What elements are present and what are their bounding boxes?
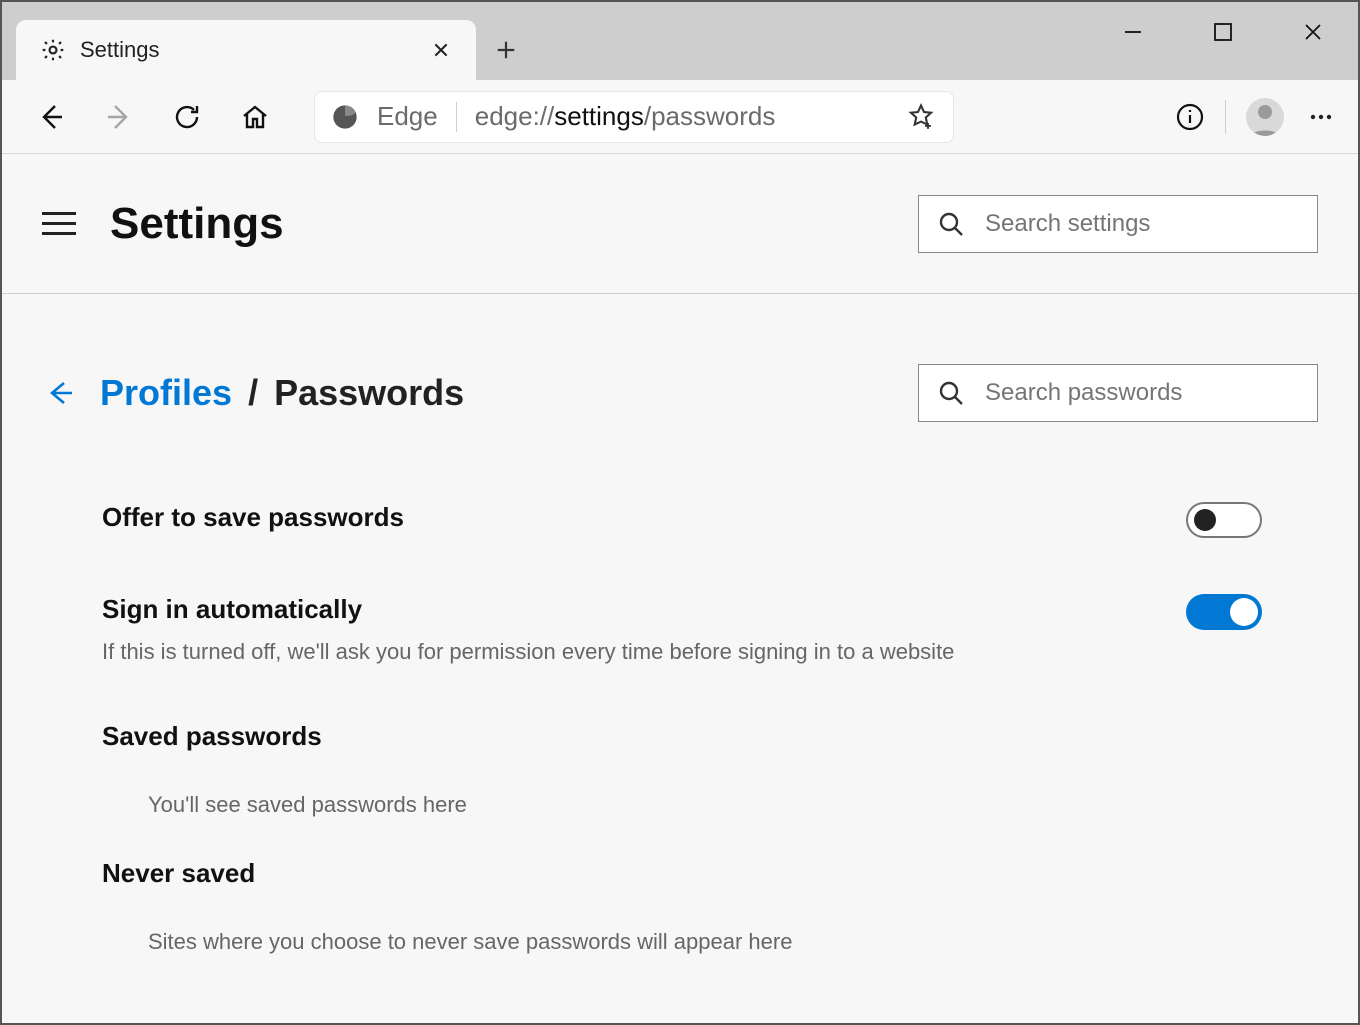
breadcrumb-separator: / (248, 372, 258, 413)
maximize-button[interactable] (1178, 2, 1268, 62)
address-url: edge://settings/passwords (475, 101, 889, 132)
breadcrumb-back-button[interactable] (42, 375, 78, 411)
tab-close-button[interactable] (426, 35, 456, 65)
tab-title: Settings (80, 37, 412, 63)
back-button[interactable] (22, 92, 80, 142)
search-settings-input[interactable] (985, 210, 1299, 238)
minimize-button[interactable] (1088, 2, 1178, 62)
tab-strip: Settings (2, 2, 536, 80)
auto-signin-description: If this is turned off, we'll ask you for… (102, 639, 954, 665)
search-passwords-input[interactable] (985, 379, 1299, 407)
breadcrumb-parent-link[interactable]: Profiles (100, 372, 232, 413)
toolbar-separator (1225, 100, 1226, 134)
settings-content: Profiles / Passwords Offer to save passw… (2, 294, 1358, 1023)
close-window-button[interactable] (1268, 2, 1358, 62)
new-tab-button[interactable] (476, 20, 536, 80)
search-icon (937, 210, 965, 238)
titlebar: Settings (2, 2, 1358, 80)
settings-title: Settings (110, 199, 284, 249)
auto-signin-row: Sign in automatically If this is turned … (102, 594, 1318, 665)
favorite-icon[interactable] (907, 102, 937, 132)
browser-tab[interactable]: Settings (16, 20, 476, 80)
refresh-button[interactable] (158, 92, 216, 142)
profile-avatar[interactable] (1246, 98, 1284, 136)
saved-passwords-heading: Saved passwords (102, 721, 1318, 752)
info-icon[interactable] (1175, 102, 1205, 132)
search-passwords-box[interactable] (918, 364, 1318, 422)
forward-button[interactable] (90, 92, 148, 142)
never-saved-empty: Sites where you choose to never save pas… (148, 929, 1318, 955)
saved-passwords-empty: You'll see saved passwords here (148, 792, 1318, 818)
settings-header: Settings (2, 154, 1358, 294)
auto-signin-toggle[interactable] (1186, 594, 1262, 630)
breadcrumb-current: Passwords (274, 372, 464, 413)
gear-icon (40, 37, 66, 63)
password-settings-section: Offer to save passwords Sign in automati… (102, 502, 1318, 955)
more-menu-button[interactable] (1304, 100, 1338, 134)
auto-signin-title: Sign in automatically (102, 594, 954, 625)
search-settings-box[interactable] (918, 195, 1318, 253)
saved-passwords-section: Saved passwords You'll see saved passwor… (102, 721, 1318, 955)
window-controls (1088, 2, 1358, 62)
address-scheme-label: Edge (377, 101, 438, 132)
never-saved-heading: Never saved (102, 858, 1318, 889)
search-icon (937, 379, 965, 407)
browser-toolbar: Edge edge://settings/passwords (2, 80, 1358, 154)
offer-save-toggle[interactable] (1186, 502, 1262, 538)
address-separator (456, 102, 457, 132)
offer-save-row: Offer to save passwords (102, 502, 1318, 538)
home-button[interactable] (226, 92, 284, 142)
toolbar-right (1175, 98, 1338, 136)
address-bar[interactable]: Edge edge://settings/passwords (314, 91, 954, 143)
offer-save-title: Offer to save passwords (102, 502, 404, 533)
settings-menu-button[interactable] (42, 204, 82, 244)
breadcrumb-row: Profiles / Passwords (42, 364, 1318, 422)
edge-icon (331, 103, 359, 131)
breadcrumb: Profiles / Passwords (100, 372, 464, 414)
